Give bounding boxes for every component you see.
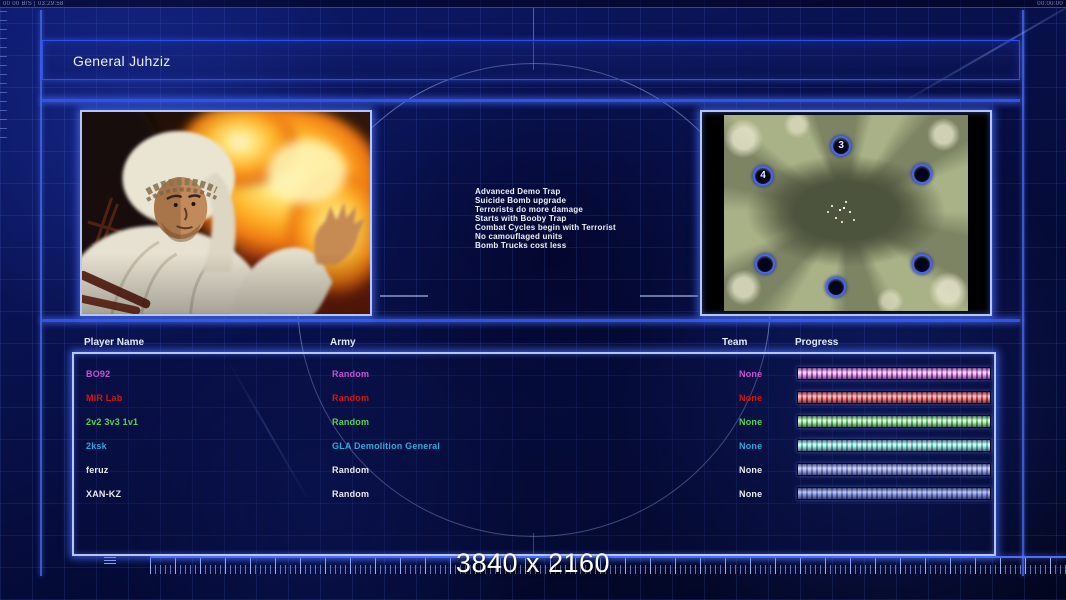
frame-line-left [40,10,42,576]
progress-bar-fill [798,368,990,379]
progress-bar [797,415,991,428]
spawn-marker: 4 [753,165,774,186]
player-name: MiR Lab [86,393,123,403]
progress-bar [797,439,991,452]
crosshair-dash-right [640,295,698,297]
general-perks-list: Advanced Demo Trap Suicide Bomb upgrade … [475,187,715,250]
player-army: Random [332,489,370,499]
progress-bar-fill [798,440,990,451]
debug-stats-text: 00 00 B/S | 03:29:58 [3,1,64,7]
perk-line: Advanced Demo Trap [475,187,561,196]
player-name: XAN-KZ [86,489,122,499]
perk-line: Bomb Trucks cost less [475,241,567,250]
table-row: XAN-KZ Random None [74,482,994,506]
table-row: 2ksk GLA Demolition General None [74,434,994,458]
progress-bar-fill [798,392,990,403]
player-army: Random [332,393,370,403]
crosshair-dash-left [380,295,428,297]
player-team: None [739,369,763,379]
player-army: GLA Demolition General [332,441,441,451]
player-army: Random [332,417,370,427]
player-list-panel: BO92 Random None MiR Lab Random None 2v2… [72,352,996,556]
perk-line: Starts with Booby Trap [475,214,567,223]
player-army: Random [332,465,370,475]
map-center-objects [838,209,841,212]
progress-bar [797,367,991,380]
progress-bar [797,487,991,500]
perk-line: Combat Cycles begin with Terrorist [475,223,616,232]
player-team: None [739,441,763,451]
player-team: None [739,417,763,427]
frame-line-right [1022,10,1024,576]
perk-line: Suicide Bomb upgrade [475,196,567,205]
divider-line-bottom [42,319,1020,322]
player-name: 2ksk [86,441,107,451]
column-header-army: Army [330,337,356,348]
player-name: BO92 [86,369,111,379]
title-panel: General Juhziz [42,40,1020,80]
map-preview: 34 [700,110,992,316]
player-name: feruz [86,465,109,475]
general-portrait [80,110,372,316]
progress-bar-fill [798,416,990,427]
player-army: Random [332,369,370,379]
spawn-marker [755,253,776,274]
table-row: BO92 Random None [74,362,994,386]
progress-bar [797,463,991,476]
progress-bar-fill [798,488,990,499]
spawn-marker: 3 [831,136,852,157]
column-header-player-name: Player Name [84,337,145,348]
player-table-header: Player Name Army Team Progress [72,337,996,351]
perk-line: Terrorists do more damage [475,205,583,214]
player-team: None [739,489,763,499]
top-status-bar: 00 00 B/S | 03:29:58 00:00:00 [0,0,1066,8]
table-row: feruz Random None [74,458,994,482]
player-team: None [739,465,763,475]
progress-bar-fill [798,464,990,475]
page-title: General Juhziz [73,53,171,69]
table-row: MiR Lab Random None [74,386,994,410]
divider-line-top [42,99,1020,102]
portrait-image [82,112,370,314]
perk-line: No camouflaged units [475,232,563,241]
player-rows: BO92 Random None MiR Lab Random None 2v2… [74,362,994,506]
spawn-marker [911,163,932,184]
spawn-marker [826,277,847,298]
map-terrain: 34 [724,115,968,311]
debug-timer-text: 00:00:00 [1037,1,1063,7]
column-header-progress: Progress [795,337,839,348]
left-ruler-ticks [0,8,7,138]
column-header-team: Team [722,337,748,348]
spawn-marker [911,253,932,274]
player-name: 2v2 3v3 1v1 [86,417,139,427]
player-team: None [739,393,763,403]
resolution-label: 3840 x 2160 [455,548,611,578]
table-row: 2v2 3v3 1v1 Random None [74,410,994,434]
progress-bar [797,391,991,404]
